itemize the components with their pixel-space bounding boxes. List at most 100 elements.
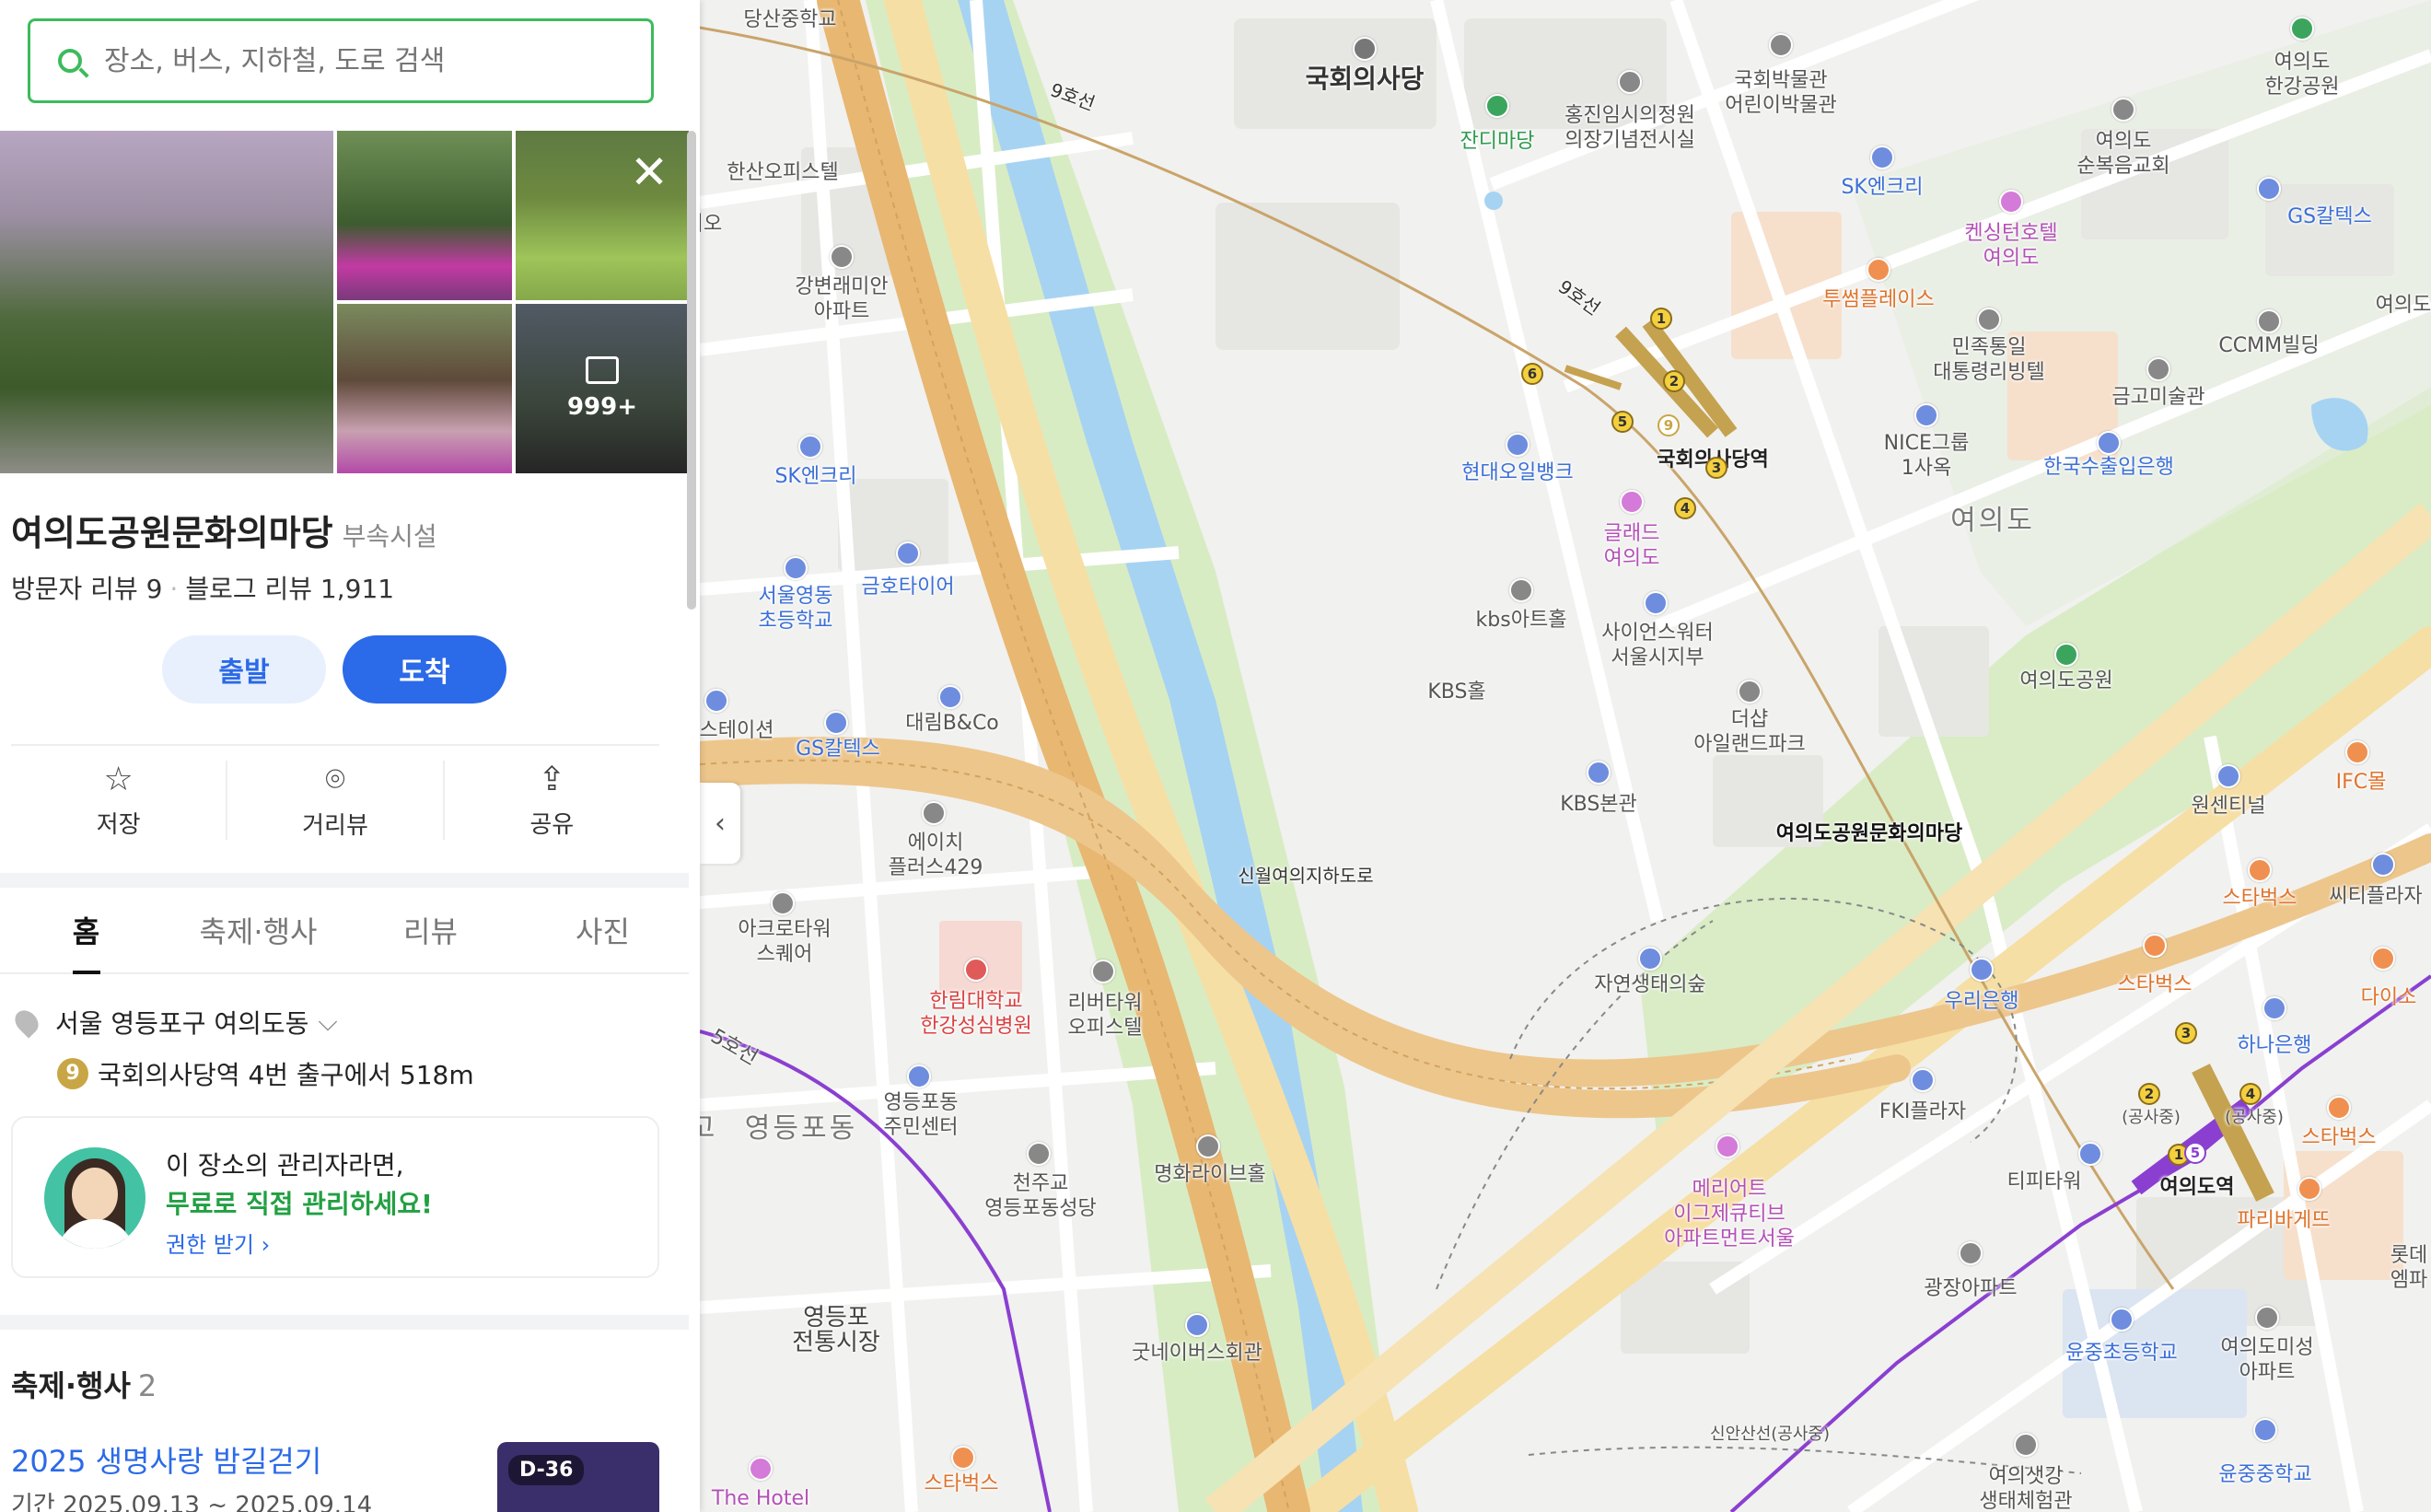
map-label-kbs-main[interactable]: KBS본관	[1560, 792, 1637, 817]
tab-festivals[interactable]: 축제·행사	[172, 890, 344, 972]
tab-reviews[interactable]: 리뷰	[344, 890, 517, 972]
map-label-ccmm[interactable]: CCMM빌딩	[2218, 333, 2319, 358]
map-label-hansan[interactable]: 한산오피스텔	[727, 160, 838, 185]
map-label-hana[interactable]: 하나은행	[2238, 1033, 2312, 1058]
map-label-nice[interactable]: NICE그룹 1사옥	[1884, 431, 1970, 481]
chevron-down-icon[interactable]: ⌵	[318, 1006, 337, 1038]
blog-reviews-link[interactable]: 블로그 리뷰 1,911	[185, 574, 394, 604]
station-exit-4[interactable]: 4	[1674, 497, 1696, 519]
station-exit-3b[interactable]: 3	[2175, 1022, 2197, 1044]
map-label-station-cut[interactable]: 스테이션	[700, 718, 774, 743]
close-icon[interactable]: ✕	[630, 149, 669, 195]
map-label-starbucks1[interactable]: 스타벅스	[2223, 886, 2297, 911]
map-label-sk1[interactable]: SK엔크리	[1841, 175, 1923, 200]
map-label-kensington[interactable]: 켄싱턴호텔 여의도	[1964, 221, 2057, 271]
map-label-yeouido-cut[interactable]: 여의도	[2376, 293, 2431, 318]
photo-4[interactable]	[337, 304, 512, 473]
map-label-export-bank[interactable]: 한국수출입은행	[2043, 455, 2174, 480]
map-label-seoul-school[interactable]: 서울영동 초등학교	[759, 584, 833, 634]
map-label-eco[interactable]: 여의샛강 생태체험관	[1979, 1464, 2072, 1512]
map-label-starbucks3[interactable]: 스타벅스	[2302, 1125, 2377, 1150]
map-label-lotte[interactable]: 롯데 엠파	[2390, 1243, 2427, 1293]
map-label-gangbyeon[interactable]: 강변래미안 아파트	[795, 274, 888, 324]
map-label-river-tower[interactable]: 리버타워 오피스텔	[1068, 991, 1143, 1041]
map-label-misung[interactable]: 여의도미성 아파트	[2220, 1335, 2313, 1385]
map-label-kbs-hall[interactable]: KBS홀	[1427, 680, 1485, 704]
station-exit-1[interactable]: 1	[1650, 308, 1672, 330]
map-label-sk2[interactable]: SK엔크리	[774, 464, 856, 489]
map-label-geumgo[interactable]: 금고미술관	[2111, 385, 2204, 410]
map-label-yeouido-hangang-park[interactable]: 여의도 한강공원	[2265, 50, 2340, 99]
station-exit-4b[interactable]: 4	[2239, 1083, 2262, 1105]
map-label-hyundai[interactable]: 현대오일뱅크	[1461, 460, 1573, 485]
map-label-city-plaza[interactable]: 씨티플라자	[2329, 884, 2422, 909]
map-label-market[interactable]: 영등포 전통시장	[792, 1306, 880, 1355]
map-label-community[interactable]: 영등포동 주민센터	[884, 1090, 959, 1140]
depart-button[interactable]: 출발	[162, 635, 326, 704]
map-label-hongjin[interactable]: 홍진임시의정원 의장기념전시실	[1564, 103, 1695, 153]
promo-link[interactable]: 권한 받기 ›	[166, 1227, 270, 1259]
search-input[interactable]	[104, 44, 620, 77]
map-label-eh[interactable]: 에이치 플러스429	[889, 831, 983, 880]
map-label-starbucks2[interactable]: 스타벅스	[2118, 972, 2193, 997]
map-label-twosome[interactable]: 투썸플레이스	[1822, 287, 1934, 312]
photo-more[interactable]: 999+	[516, 304, 689, 473]
map-label-gs2[interactable]: GS칼텍스	[796, 737, 880, 762]
photo-3[interactable]: ✕	[516, 131, 689, 300]
station-exit-6[interactable]: 6	[1521, 363, 1543, 385]
map-label-starbucks4[interactable]: 스타벅스	[925, 1471, 999, 1496]
map-label-tunnel[interactable]: 신월여의지하도로	[1238, 864, 1373, 889]
panel-scrollbar[interactable]	[687, 131, 696, 610]
tab-photos[interactable]: 사진	[517, 890, 689, 972]
map-label-church[interactable]: 여의도 순복음교회	[2076, 129, 2169, 179]
map-label-yunjung[interactable]: 윤중초등학교	[2065, 1341, 2177, 1366]
map-label-daiso[interactable]: 다이소	[2361, 985, 2417, 1010]
event-title-link[interactable]: 2025 생명사랑 밤길걷기	[11, 1438, 321, 1481]
save-button[interactable]: ☆ 저장	[11, 761, 228, 840]
visitor-reviews-link[interactable]: 방문자 리뷰 9	[11, 574, 162, 604]
tab-home[interactable]: 홈	[0, 890, 172, 972]
map-label-ifc[interactable]: IFC몰	[2336, 770, 2387, 795]
map-label-acro[interactable]: 아크로타워 스퀘어	[738, 917, 831, 967]
map-label-minjok[interactable]: 민족통일 대통령리빙텔	[1933, 335, 2044, 385]
photo-main[interactable]	[0, 131, 333, 473]
map-label-gs1[interactable]: GS칼텍스	[2287, 204, 2372, 229]
map-label-myunghwa[interactable]: 명화라이브홀	[1154, 1162, 1265, 1187]
street-view-button[interactable]: ⌾ 거리뷰	[227, 761, 445, 840]
map-label-glad[interactable]: 글래드 여의도	[1604, 521, 1660, 571]
station-exit-3[interactable]: 3	[1705, 457, 1727, 479]
map-label-science[interactable]: 사이언스워터 서울시지부	[1601, 621, 1713, 670]
map-label-meriot[interactable]: 메리어트 이그제큐티브 아파트먼트서울	[1664, 1177, 1795, 1251]
map-label-theshop[interactable]: 더샵 아일랜드파크	[1693, 707, 1805, 757]
station-exit-5[interactable]: 5	[1611, 411, 1634, 433]
map-label-daerim[interactable]: 대림B&Co	[905, 711, 999, 736]
map-label-goodney[interactable]: 굿네이버스회관	[1132, 1341, 1262, 1366]
map-label-yeouido-park[interactable]: 여의도공원	[2019, 669, 2112, 693]
station-exit-2b[interactable]: 2	[2138, 1083, 2160, 1105]
map-label-gwangjang[interactable]: 광장아파트	[1924, 1276, 2017, 1301]
map-label-tippy[interactable]: 티피타워	[2007, 1169, 2082, 1194]
map-label-yeouido-station[interactable]: 여의도역	[2160, 1175, 2235, 1200]
map-label-kbs-art[interactable]: kbs아트홀	[1476, 608, 1567, 633]
map-label-kumho[interactable]: 금호타이어	[861, 575, 954, 599]
map-label-hallym[interactable]: 한림대학교 한강성심병원	[920, 989, 1031, 1039]
map-label-dangsan-school[interactable]: 당산중학교	[743, 7, 836, 32]
map-label-one-center[interactable]: 원센티널	[2192, 794, 2266, 819]
address-row[interactable]: 서울 영등포구 여의도동 ⌵	[10, 1004, 338, 1041]
share-button[interactable]: ⇪ 공유	[445, 761, 659, 840]
map-label-nature[interactable]: 자연생태의숲	[1594, 972, 1705, 997]
map-label-paris[interactable]: 파리바게뜨	[2237, 1208, 2330, 1233]
map-label-museum[interactable]: 국회박물관 어린이박물관	[1725, 68, 1836, 118]
search-box[interactable]	[28, 18, 654, 103]
map-label-cheonju[interactable]: 천주교 영등포동성당	[984, 1171, 1096, 1221]
map-canvas[interactable]: 당산중학교 국회의사당 잔디마당 홍진임시의정원 의장기념전시실 국회박물관 어…	[700, 0, 2431, 1512]
photo-more-overlay[interactable]: 999+	[516, 304, 689, 473]
map-label-yunjung-mid[interactable]: 윤중중학교	[2218, 1462, 2311, 1487]
map-label-jandi[interactable]: 잔디마당	[1460, 129, 1535, 154]
photo-2[interactable]	[337, 131, 512, 300]
panel-collapse-button[interactable]: ‹	[700, 783, 740, 864]
destination-label[interactable]: 여의도공원문화의마당	[1776, 821, 1962, 846]
event-thumbnail[interactable]: D-36	[497, 1442, 659, 1512]
map-label-national-assembly[interactable]: 국회의사당	[1306, 66, 1425, 92]
map-label-fki[interactable]: FKI플라자	[1879, 1099, 1966, 1124]
